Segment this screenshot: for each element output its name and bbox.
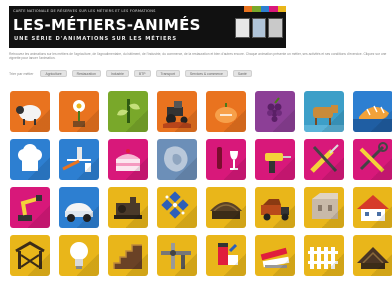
barn-icon [210, 202, 242, 219]
tile-tools[interactable] [353, 139, 392, 180]
banner-top-line: CARTE NATIONALE DE RÉSERVES SUR LES MÉTI… [13, 9, 156, 13]
screwdriver-icon [310, 144, 339, 173]
tile-tractor[interactable] [157, 91, 197, 132]
banner-subtitle: UNE SÉRIE D'ANIMATIONS SUR LES MÉTIERS [14, 36, 177, 42]
animation-tile-grid [10, 91, 392, 276]
grapes-icon [267, 97, 282, 122]
walls-icon [312, 193, 338, 219]
site-banner[interactable]: CARTE NATIONALE DE RÉSERVES SUR LES MÉTI… [9, 6, 286, 48]
house-icon [357, 195, 389, 221]
fence-icon [308, 247, 338, 269]
wine-icon [217, 147, 238, 170]
stain-icon [164, 146, 188, 172]
filter-chip-industrie[interactable]: Industrie [105, 70, 129, 77]
flower-icon [73, 100, 85, 127]
banner-color-stripe [244, 6, 286, 12]
tile-sheep[interactable] [10, 91, 50, 132]
tile-machine[interactable] [108, 187, 148, 228]
tile-screwdriver[interactable] [304, 139, 344, 180]
bread-icon [353, 105, 392, 132]
chef-hat-icon [18, 144, 42, 171]
tile-walls[interactable] [304, 187, 344, 228]
tile-paint[interactable] [206, 235, 246, 276]
tile-robot-arm[interactable] [10, 187, 50, 228]
tile-pipes[interactable] [157, 235, 197, 276]
tile-flower[interactable] [59, 91, 99, 132]
filter-chip-services[interactable]: Services & commerce [184, 70, 228, 77]
tile-chef-hat[interactable] [10, 139, 50, 180]
tile-frame[interactable] [10, 235, 50, 276]
plant-icon [117, 99, 140, 123]
tile-bread[interactable] [353, 91, 392, 132]
tile-truck[interactable] [255, 187, 295, 228]
banner-title: LES-MÉTIERS-ANIMÉS [13, 16, 201, 34]
tile-stairs[interactable] [108, 235, 148, 276]
cake-icon [116, 149, 140, 171]
tile-cow[interactable] [304, 91, 344, 132]
tile-grapes[interactable] [255, 91, 295, 132]
intro-text: Retrouvez les animations sur les métiers… [9, 52, 387, 61]
tile-panels[interactable] [255, 235, 295, 276]
filter-chip-agriculture[interactable]: Agriculture [40, 70, 67, 77]
tile-cake[interactable] [108, 139, 148, 180]
car-icon [65, 203, 93, 222]
paint-icon [218, 243, 238, 265]
tile-fence[interactable] [304, 235, 344, 276]
pattern-icon [161, 191, 189, 219]
tools-icon [359, 142, 388, 173]
robot-arm-icon [18, 195, 42, 221]
filter-chip-restauration[interactable]: Restauration [71, 70, 101, 77]
booklet-illustration [235, 18, 284, 38]
roof-icon [357, 247, 389, 269]
tractor-icon [163, 101, 191, 128]
tile-pattern[interactable] [157, 187, 197, 228]
drill-icon [265, 153, 291, 173]
filter-bar: Trier par métier Agriculture Restauratio… [9, 70, 252, 77]
pipes-icon [161, 243, 191, 269]
pumpkin-icon [215, 103, 237, 123]
filter-label: Trier par métier [9, 71, 34, 76]
tile-drill[interactable] [255, 139, 295, 180]
tile-wine[interactable] [206, 139, 246, 180]
filter-chip-transport[interactable]: Transport [155, 70, 180, 77]
bulb-icon [70, 242, 88, 269]
truck-icon [261, 199, 289, 221]
frame-icon [15, 241, 45, 269]
filter-chip-sante[interactable]: Santé [232, 70, 252, 77]
tile-barn[interactable] [206, 187, 246, 228]
machine-icon [114, 197, 142, 219]
filter-chip-btp[interactable]: BTP [133, 70, 151, 77]
cow-icon [304, 105, 344, 132]
tile-plant[interactable] [108, 91, 148, 132]
tile-stain[interactable] [157, 139, 197, 180]
tile-bulb[interactable] [59, 235, 99, 276]
tile-house[interactable] [353, 187, 392, 228]
panels-icon [260, 247, 290, 268]
tile-waiter[interactable] [59, 139, 99, 180]
stairs-icon [113, 244, 142, 269]
sheep-icon [16, 105, 41, 125]
tile-roof[interactable] [353, 235, 392, 276]
tile-pumpkin[interactable] [206, 91, 246, 132]
waiter-icon [62, 147, 91, 172]
tile-car[interactable] [59, 187, 99, 228]
